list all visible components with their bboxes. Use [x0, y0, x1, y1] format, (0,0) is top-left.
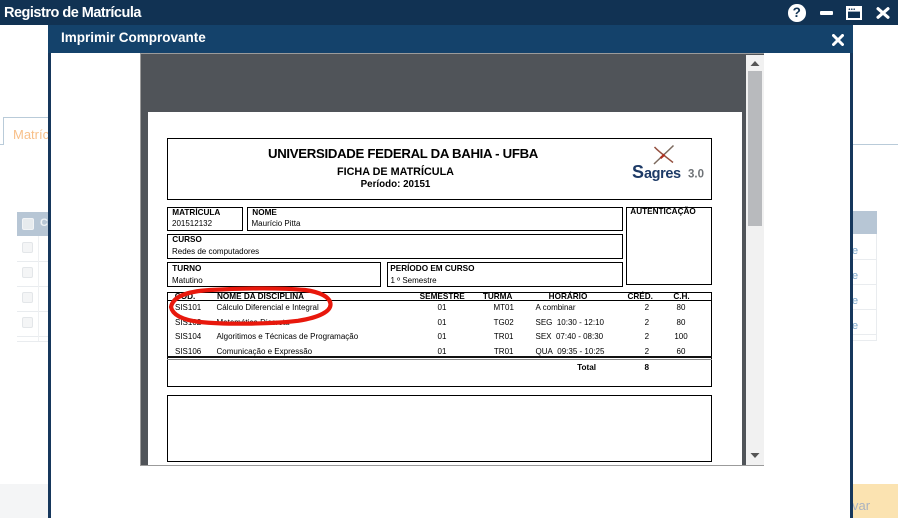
svg-text:agres: agres: [644, 166, 681, 181]
svg-text:S: S: [632, 162, 644, 181]
svg-text:3.0: 3.0: [688, 169, 704, 181]
